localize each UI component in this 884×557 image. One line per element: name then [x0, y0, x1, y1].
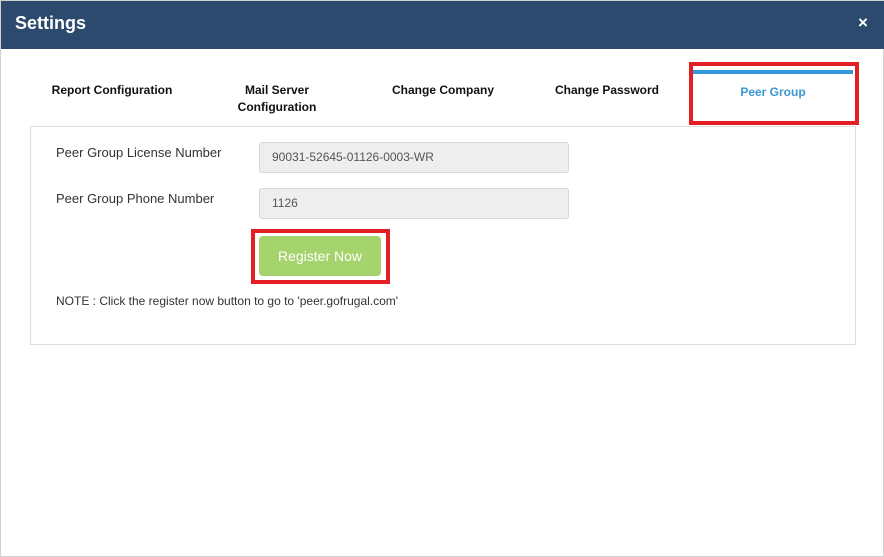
- tab-report-configuration[interactable]: Report Configuration: [39, 82, 185, 99]
- tab-mail-server-configuration[interactable]: Mail Server Configuration: [217, 82, 337, 116]
- tab-peer-group[interactable]: Peer Group: [693, 70, 853, 122]
- dialog-header: Settings ×: [1, 1, 884, 49]
- settings-dialog: Settings × Report Configuration Mail Ser…: [0, 0, 884, 557]
- note-text: NOTE : Click the register now button to …: [56, 294, 399, 308]
- phone-number-field[interactable]: 1126: [259, 188, 569, 219]
- license-number-label: Peer Group License Number: [56, 145, 222, 160]
- tab-change-password[interactable]: Change Password: [537, 82, 677, 99]
- tab-bar: Report Configuration Mail Server Configu…: [1, 49, 884, 127]
- license-number-field[interactable]: 90031-52645-01126-0003-WR: [259, 142, 569, 173]
- tab-change-company[interactable]: Change Company: [373, 82, 513, 99]
- phone-number-label: Peer Group Phone Number: [56, 191, 215, 206]
- tab-label-line2: Configuration: [237, 100, 317, 114]
- tab-label-line1: Mail Server: [244, 83, 310, 97]
- close-icon[interactable]: ×: [853, 13, 873, 33]
- dialog-title: Settings: [15, 13, 87, 33]
- register-now-button[interactable]: Register Now: [259, 236, 381, 276]
